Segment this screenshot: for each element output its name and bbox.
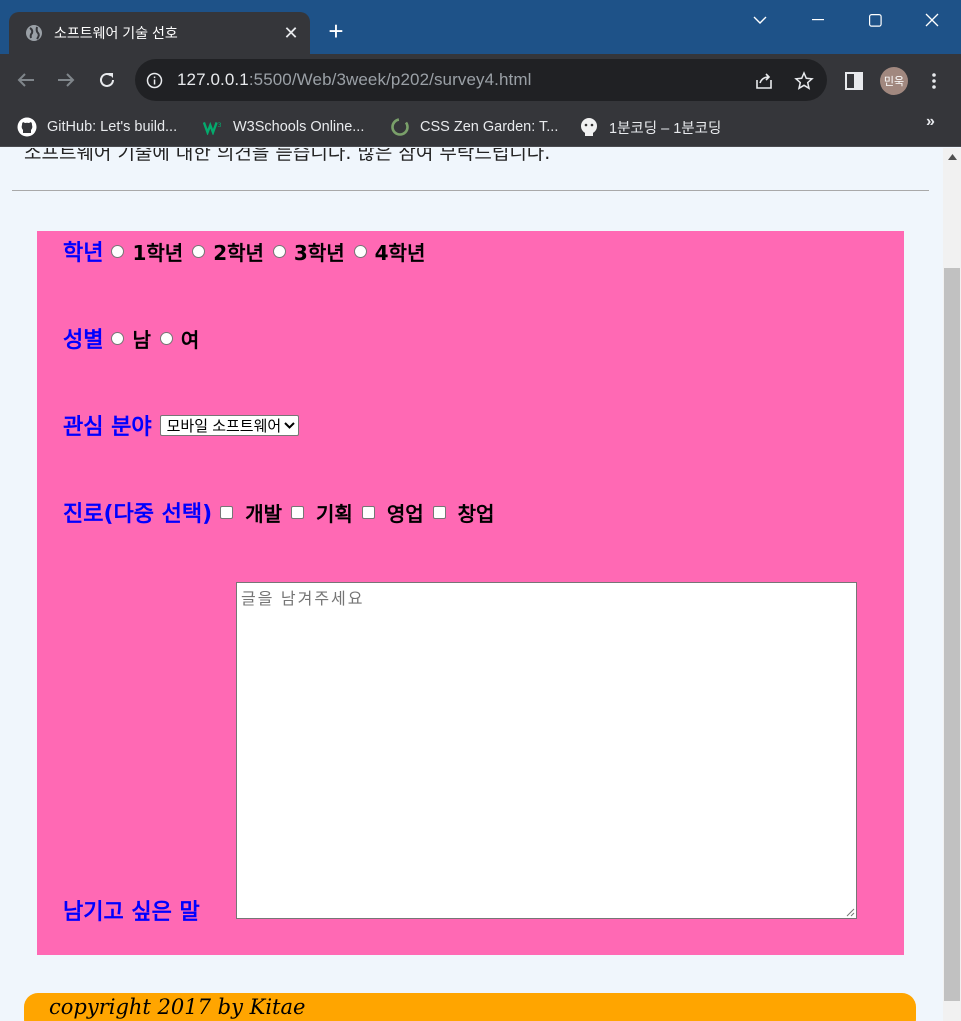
grade-radio-4[interactable] — [353, 244, 367, 258]
bookmark-w3schools[interactable]: 3 W3Schools Online... — [203, 116, 364, 138]
career-option-label: 개발 — [245, 501, 283, 526]
css-zen-garden-icon — [390, 117, 410, 137]
share-icon[interactable] — [753, 70, 775, 92]
grade-option-label: 1학년 — [132, 240, 184, 265]
page-viewport: 소프트웨어 기술에 대한 의견을 듣습니다. 많은 참여 부탁드립니다. 학년 … — [0, 148, 943, 1021]
career-option-label: 기획 — [316, 501, 353, 526]
bookmarks-overflow-icon[interactable]: » — [926, 113, 935, 131]
tab-close-icon[interactable]: ✕ — [278, 23, 304, 44]
site-info-icon[interactable] — [146, 72, 163, 89]
grade-radio-2[interactable] — [192, 244, 206, 258]
globe-icon — [26, 25, 42, 41]
url-text[interactable]: 127.0.0.1:5500/Web/3week/p202/survey4.ht… — [177, 70, 532, 90]
bookmark-label: CSS Zen Garden: T... — [420, 119, 559, 135]
scrollbar-thumb[interactable] — [944, 268, 960, 1001]
bookmark-1bun-coding[interactable]: 1분코딩 – 1분코딩 — [579, 116, 721, 138]
career-checkbox-develop[interactable] — [220, 505, 234, 519]
comment-row: 남기고 싶은 말 — [63, 894, 208, 926]
copyright-text: copyright 2017 by Kitae — [49, 995, 306, 1019]
1bun-coding-icon — [579, 117, 599, 137]
profile-avatar[interactable]: 민욱 — [880, 67, 908, 95]
chevron-down-icon — [284, 421, 295, 429]
grade-option-label: 4학년 — [374, 240, 426, 265]
resize-grip-icon[interactable] — [845, 907, 855, 917]
minimize-icon[interactable] — [789, 0, 847, 40]
grade-row: 학년 1학년 2학년 3학년 4학년 — [63, 235, 434, 267]
survey-form: 학년 1학년 2학년 3학년 4학년 성별 남 여 관심 분야 모바일 소프트웨… — [37, 231, 904, 955]
url-host: 127.0.0.1 — [177, 70, 249, 89]
url-path: :5500/Web/3week/p202/survey4.html — [248, 70, 532, 89]
intro-text: 소프트웨어 기술에 대한 의견을 듣습니다. 많은 참여 부탁드립니다. — [24, 148, 551, 164]
browser-tab[interactable]: 소프트웨어 기술 선호 ✕ — [9, 12, 310, 54]
bookmark-star-icon[interactable] — [793, 70, 815, 92]
comment-label: 남기고 싶은 말 — [63, 900, 200, 925]
gender-row: 성별 남 여 — [63, 322, 208, 354]
interest-label: 관심 분야 — [63, 415, 152, 440]
interest-select[interactable]: 모바일 소프트웨어 — [159, 414, 300, 436]
scroll-up-arrow-icon[interactable] — [943, 154, 961, 166]
grade-option-label: 3학년 — [293, 240, 345, 265]
bookmark-github[interactable]: GitHub: Let's build... — [17, 116, 177, 138]
grade-radio-1[interactable] — [111, 244, 125, 258]
github-icon — [17, 117, 37, 137]
gender-radio-female[interactable] — [159, 331, 173, 345]
bookmarks-bar: GitHub: Let's build... 3 W3Schools Onlin… — [0, 107, 961, 147]
comment-textarea[interactable]: 글을 남겨주세요 — [236, 582, 857, 919]
svg-text:3: 3 — [218, 122, 222, 129]
career-checkbox-sales[interactable] — [361, 505, 375, 519]
forward-arrow-icon[interactable] — [52, 66, 80, 94]
interest-selected-value: 모바일 소프트웨어 — [166, 417, 282, 435]
tab-title: 소프트웨어 기술 선호 — [54, 25, 178, 41]
back-arrow-icon[interactable] — [12, 66, 40, 94]
gender-radio-male[interactable] — [111, 331, 125, 345]
career-row: 진로(다중 선택) 개발 기획 영업 창업 — [63, 496, 503, 528]
interest-row: 관심 분야 모바일 소프트웨어 — [63, 409, 300, 441]
gender-option-label: 여 — [180, 327, 200, 352]
gender-option-label: 남 — [132, 327, 151, 352]
career-checkbox-plan[interactable] — [291, 505, 305, 519]
career-checkbox-startup[interactable] — [432, 505, 446, 519]
grade-radio-3[interactable] — [272, 244, 286, 258]
maximize-icon[interactable] — [846, 0, 904, 40]
career-label: 진로(다중 선택) — [63, 502, 213, 527]
page-scrollbar[interactable] — [943, 148, 961, 1021]
more-menu-icon[interactable] — [922, 67, 946, 95]
footer: copyright 2017 by Kitae — [24, 993, 916, 1021]
reload-icon[interactable] — [93, 66, 121, 94]
bookmark-css-zen-garden[interactable]: CSS Zen Garden: T... — [390, 116, 558, 138]
side-panel-icon[interactable] — [843, 70, 865, 92]
bookmark-label: GitHub: Let's build... — [47, 119, 178, 135]
close-window-icon[interactable] — [903, 0, 961, 40]
bookmark-label: W3Schools Online... — [233, 119, 365, 135]
grade-option-label: 2학년 — [213, 240, 264, 265]
gender-label: 성별 — [63, 328, 104, 353]
tab-strip: 소프트웨어 기술 선호 ✕ + — [0, 0, 961, 54]
comment-placeholder: 글을 남겨주세요 — [241, 591, 365, 608]
grade-label: 학년 — [63, 241, 104, 266]
new-tab-button[interactable]: + — [322, 18, 350, 46]
w3schools-icon: 3 — [203, 117, 223, 137]
tab-search-icon[interactable] — [731, 0, 789, 40]
horizontal-rule — [12, 190, 929, 191]
career-option-label: 창업 — [457, 501, 495, 526]
bookmark-label: 1분코딩 – 1분코딩 — [609, 120, 722, 137]
career-option-label: 영업 — [386, 501, 424, 526]
